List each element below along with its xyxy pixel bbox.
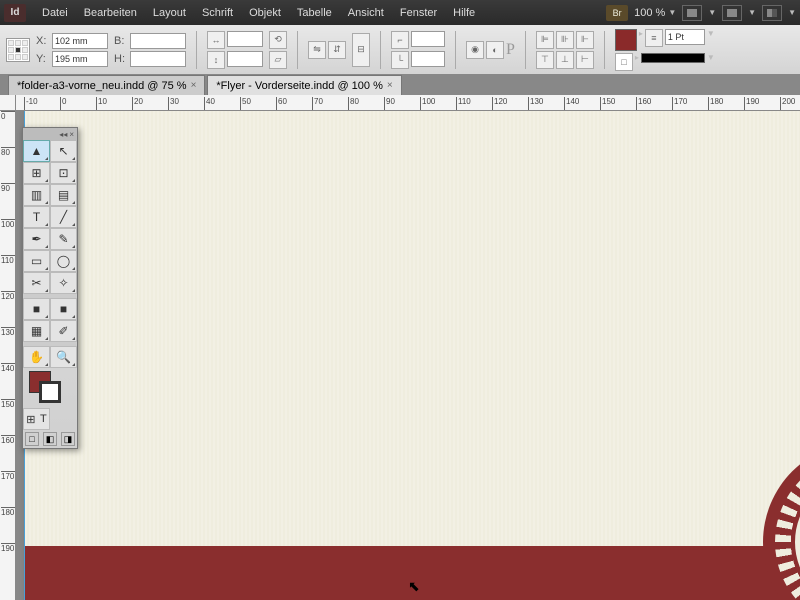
document-tab[interactable]: *Flyer - Vorderseite.indd @ 100 %× bbox=[207, 75, 401, 95]
tool-16[interactable]: ▦ bbox=[23, 320, 50, 342]
close-icon[interactable]: × bbox=[387, 80, 393, 91]
tool-9[interactable]: ✎ bbox=[50, 228, 77, 250]
tool-15[interactable]: ■ bbox=[50, 298, 77, 320]
control-bar: X:102 mm Y:195 mm B: H: ↔↕ ⟲▱ ⇋⇵ ⊟ ⌐└ ◉◐… bbox=[0, 25, 800, 75]
fill-swatch[interactable] bbox=[615, 29, 637, 51]
tool-14[interactable]: ■ bbox=[23, 298, 50, 320]
menu-datei[interactable]: Datei bbox=[34, 3, 76, 23]
h-label: H: bbox=[114, 53, 128, 65]
h-field[interactable] bbox=[130, 51, 186, 67]
w-field[interactable] bbox=[130, 33, 186, 49]
scale-y-icon[interactable]: ↕ bbox=[207, 51, 225, 69]
menu-schrift[interactable]: Schrift bbox=[194, 3, 241, 23]
view-mode-icon[interactable] bbox=[682, 5, 702, 21]
stroke-style[interactable] bbox=[641, 53, 705, 63]
character-icon[interactable]: P bbox=[506, 41, 515, 59]
tool-7[interactable]: ╱ bbox=[50, 206, 77, 228]
medal-shape[interactable] bbox=[763, 442, 800, 600]
document-tab[interactable]: *folder-a3-vorne_neu.indd @ 75 %× bbox=[8, 75, 205, 95]
format-btn[interactable]: T bbox=[40, 413, 47, 425]
tool-0[interactable]: ▲ bbox=[23, 140, 50, 162]
tool-18[interactable]: ✋ bbox=[23, 346, 50, 368]
tool-13[interactable]: ✧ bbox=[50, 272, 77, 294]
corner-icon[interactable]: ⌐ bbox=[391, 31, 409, 49]
panel-grip[interactable]: ◂◂× bbox=[23, 128, 77, 140]
view-mode-btn[interactable]: ◧ bbox=[43, 432, 57, 446]
tool-4[interactable]: ▥ bbox=[23, 184, 50, 206]
flip-v-icon[interactable]: ⇵ bbox=[328, 41, 346, 59]
arrange-icon[interactable] bbox=[762, 5, 782, 21]
format-row: ⊞T bbox=[23, 408, 50, 430]
align-icon[interactable]: ⊫ bbox=[536, 31, 554, 49]
menu-fenster[interactable]: Fenster bbox=[392, 3, 445, 23]
tool-8[interactable]: ✒ bbox=[23, 228, 50, 250]
tool-17[interactable]: ✐ bbox=[50, 320, 77, 342]
y-field[interactable]: 195 mm bbox=[52, 51, 108, 67]
page[interactable] bbox=[24, 111, 800, 600]
zoom-level[interactable]: 100 %▼ bbox=[634, 7, 676, 19]
menu-ansicht[interactable]: Ansicht bbox=[340, 3, 392, 23]
stroke-weight-icon: ≡ bbox=[645, 29, 663, 47]
screen-mode-icon[interactable] bbox=[722, 5, 742, 21]
bridge-icon[interactable]: Br bbox=[606, 5, 628, 21]
menu-tabelle[interactable]: Tabelle bbox=[289, 3, 340, 23]
ruler-vertical[interactable]: 08090100110120130140150160170180190 bbox=[0, 111, 16, 600]
tool-6[interactable]: T bbox=[23, 206, 50, 228]
w-label: B: bbox=[114, 35, 128, 47]
stroke-swatch[interactable]: □ bbox=[615, 53, 633, 71]
x-label: X: bbox=[36, 35, 50, 47]
rotate-icon[interactable]: ⟲ bbox=[269, 31, 287, 49]
view-mode-btn[interactable]: ◨ bbox=[61, 432, 75, 446]
view-mode-row: □ ◧ ◨ bbox=[23, 430, 77, 448]
constrain-icon[interactable]: ⊟ bbox=[352, 33, 370, 67]
x-field[interactable]: 102 mm bbox=[52, 33, 108, 49]
menu-objekt[interactable]: Objekt bbox=[241, 3, 289, 23]
workarea: -100102030405060708090100110120130140150… bbox=[0, 95, 800, 600]
red-band-shape[interactable] bbox=[25, 546, 800, 600]
tool-19[interactable]: 🔍 bbox=[50, 346, 77, 368]
app-badge-icon: Id bbox=[4, 4, 26, 22]
menu-hilfe[interactable]: Hilfe bbox=[445, 3, 483, 23]
reference-point[interactable] bbox=[6, 38, 30, 62]
tool-5[interactable]: ▤ bbox=[50, 184, 77, 206]
ruler-origin[interactable] bbox=[0, 95, 16, 111]
tool-2[interactable]: ⊞ bbox=[23, 162, 50, 184]
menubar: Id DateiBearbeitenLayoutSchriftObjektTab… bbox=[0, 0, 800, 25]
menu-bearbeiten[interactable]: Bearbeiten bbox=[76, 3, 145, 23]
stroke-weight-field[interactable]: 1 Pt bbox=[665, 29, 705, 45]
tool-11[interactable]: ◯ bbox=[50, 250, 77, 272]
menu-layout[interactable]: Layout bbox=[145, 3, 194, 23]
ruler-horizontal[interactable]: -100102030405060708090100110120130140150… bbox=[16, 95, 800, 111]
canvas[interactable] bbox=[16, 111, 800, 600]
flip-h-icon[interactable]: ⇋ bbox=[308, 41, 326, 59]
tool-10[interactable]: ▭ bbox=[23, 250, 50, 272]
y-label: Y: bbox=[36, 53, 50, 65]
view-mode-btn[interactable]: □ bbox=[25, 432, 39, 446]
chevron-down-icon: ▼ bbox=[668, 8, 676, 17]
tool-3[interactable]: ⊡ bbox=[50, 162, 77, 184]
document-tabs: *folder-a3-vorne_neu.indd @ 75 %×*Flyer … bbox=[0, 75, 800, 95]
fill-stroke-proxy[interactable] bbox=[23, 368, 77, 408]
close-icon: × bbox=[69, 130, 74, 139]
tool-1[interactable]: ↖ bbox=[50, 140, 77, 162]
shear-icon[interactable]: ▱ bbox=[269, 51, 287, 69]
tools-panel: ◂◂× ▲↖⊞⊡▥▤T╱✒✎▭◯✂✧■■▦✐✋🔍⊞T□◧◨ bbox=[22, 127, 78, 449]
close-icon[interactable]: × bbox=[191, 80, 197, 91]
format-btn[interactable]: ⊞ bbox=[26, 413, 35, 426]
scale-x-icon[interactable]: ↔ bbox=[207, 31, 225, 49]
tool-12[interactable]: ✂ bbox=[23, 272, 50, 294]
wrap-icon[interactable]: ◉ bbox=[466, 41, 484, 59]
